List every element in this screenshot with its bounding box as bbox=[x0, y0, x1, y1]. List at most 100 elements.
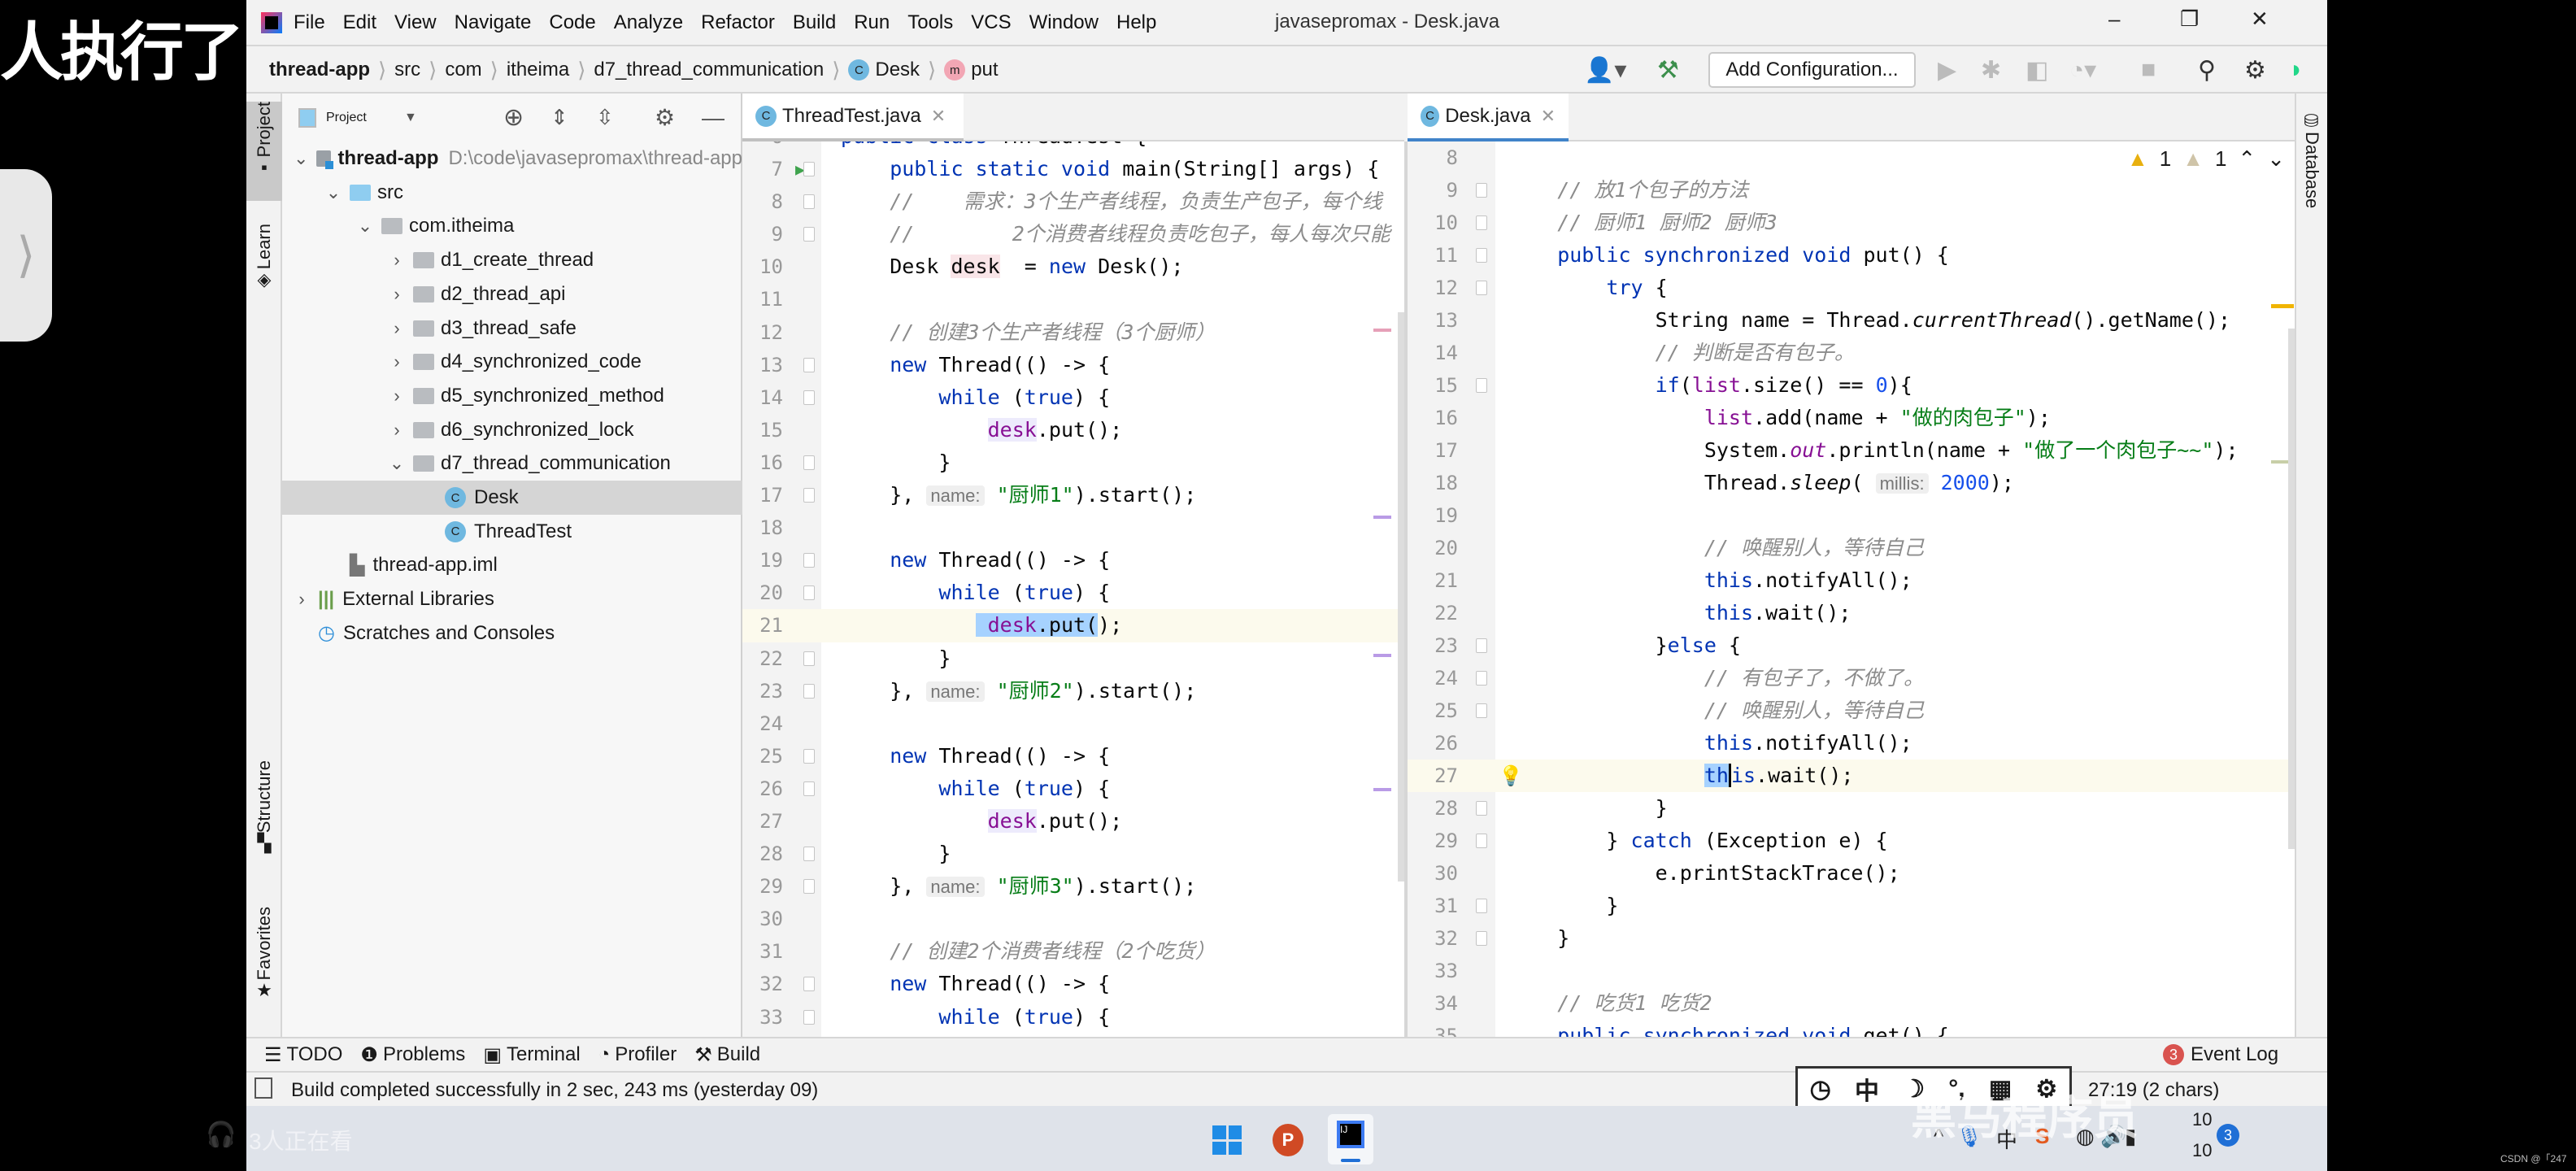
fold-marker-icon[interactable] bbox=[1476, 281, 1487, 295]
menu-help[interactable]: Help bbox=[1116, 11, 1156, 34]
menu-vcs[interactable]: VCS bbox=[971, 11, 1011, 34]
fold-marker-icon[interactable] bbox=[1476, 834, 1487, 848]
tree-item[interactable]: › d4_synchronized_code bbox=[282, 345, 742, 379]
menu-edit[interactable]: Edit bbox=[343, 11, 376, 34]
tree-item[interactable]: › d1_create_thread bbox=[282, 243, 742, 277]
add-configuration-button[interactable]: Add Configuration... bbox=[1708, 52, 1916, 88]
gear-icon[interactable]: ⚙ bbox=[2244, 56, 2266, 85]
problems-tool-button[interactable]: ❶ Problems bbox=[360, 1043, 465, 1067]
code-line[interactable]: 28 } bbox=[742, 838, 1404, 870]
event-log-button[interactable]: 3 Event Log bbox=[2163, 1043, 2278, 1066]
code-line[interactable]: 6 public class ThreadTest { bbox=[742, 141, 1404, 153]
fold-marker-icon[interactable] bbox=[803, 357, 815, 372]
fold-marker-icon[interactable] bbox=[803, 162, 815, 177]
search-icon[interactable]: ⚲ bbox=[2198, 56, 2216, 85]
menu-refactor[interactable]: Refactor bbox=[701, 11, 775, 34]
code-line[interactable]: 26 this.notifyAll(); bbox=[1408, 727, 2295, 760]
project-view-selector[interactable]: Project bbox=[326, 111, 367, 125]
fold-marker-icon[interactable] bbox=[803, 455, 815, 470]
code-line[interactable]: 31 // 创建2个消费者线程（2个吃货） bbox=[742, 935, 1404, 968]
chevron-down-icon[interactable]: ▼ bbox=[404, 111, 417, 125]
tree-item[interactable]: › d5_synchronized_method bbox=[282, 379, 742, 413]
fold-marker-icon[interactable] bbox=[1476, 931, 1487, 946]
menu-code[interactable]: Code bbox=[549, 11, 595, 34]
fold-marker-icon[interactable] bbox=[803, 651, 815, 666]
tool-tab-learn[interactable]: Learn ◈ bbox=[246, 224, 282, 313]
code-line[interactable]: 21 this.notifyAll(); bbox=[1408, 564, 2295, 597]
fold-marker-icon[interactable] bbox=[1476, 899, 1487, 913]
code-line[interactable]: 22 this.wait(); bbox=[1408, 597, 2295, 629]
clock-date[interactable]: 10 bbox=[2192, 1140, 2212, 1161]
chevron-right-icon[interactable]: › bbox=[389, 420, 405, 441]
profile-icon[interactable]: ◔▾ bbox=[2069, 56, 2096, 85]
tree-item[interactable]: C ThreadTest bbox=[282, 515, 742, 549]
previous-highlight-icon[interactable]: ⌃ bbox=[2238, 146, 2256, 172]
restore-button[interactable]: ❐ bbox=[2180, 7, 2199, 32]
breadcrumb-item[interactable]: itheima bbox=[507, 59, 569, 81]
stop-icon[interactable]: ■ bbox=[2141, 56, 2156, 84]
tree-item[interactable]: › d3_thread_safe bbox=[282, 311, 742, 346]
code-line[interactable]: 29 }, name: "厨师3").start(); bbox=[742, 870, 1404, 903]
tree-item[interactable]: › ||| External Libraries bbox=[282, 582, 742, 616]
fold-marker-icon[interactable] bbox=[803, 553, 815, 568]
close-window-button[interactable]: ✕ bbox=[2251, 7, 2269, 32]
user-icon[interactable]: 👤▾ bbox=[1584, 56, 1626, 85]
tool-tab-project[interactable]: Project ▪ bbox=[246, 102, 282, 201]
menu-build[interactable]: Build bbox=[793, 11, 836, 34]
build-hammer-icon[interactable]: ⚒ bbox=[1657, 56, 1679, 85]
breadcrumb-item[interactable]: Desk bbox=[875, 59, 920, 81]
intellij-app-button[interactable]: IJ bbox=[1328, 1114, 1373, 1164]
tree-item[interactable]: ▙ thread-app.iml bbox=[282, 548, 742, 582]
code-line[interactable]: 30 e.printStackTrace(); bbox=[1408, 857, 2295, 890]
code-line[interactable]: 16 list.add(name + "做的肉包子"); bbox=[1408, 402, 2295, 434]
menu-navigate[interactable]: Navigate bbox=[455, 11, 532, 34]
tab-threadtest[interactable]: C ThreadTest.java ✕ bbox=[742, 94, 964, 141]
fold-marker-icon[interactable] bbox=[803, 748, 815, 764]
chevron-down-icon[interactable]: ⌄ bbox=[294, 148, 308, 169]
build-tool-button[interactable]: ⚒ Build bbox=[694, 1043, 760, 1067]
code-line[interactable]: 24 // 有包子了，不做了。 bbox=[1408, 662, 2295, 694]
tree-item[interactable]: ⌄ d7_thread_communication bbox=[282, 446, 742, 481]
code-line[interactable]: 16 } bbox=[742, 446, 1404, 479]
coverage-icon[interactable]: ◧ bbox=[2026, 56, 2048, 85]
menu-tools[interactable]: Tools bbox=[907, 11, 953, 34]
tool-tab-structure[interactable]: Structure ▚ bbox=[246, 760, 282, 874]
chevron-right-icon[interactable]: › bbox=[389, 385, 405, 407]
chevron-down-icon[interactable]: ⌄ bbox=[325, 182, 342, 203]
run-icon[interactable]: ▶ bbox=[1938, 56, 1956, 85]
code-line[interactable]: 19 new Thread(() -> { bbox=[742, 544, 1404, 577]
code-line[interactable]: 18 Thread.sleep( millis: 2000); bbox=[1408, 467, 2295, 499]
fold-marker-icon[interactable] bbox=[1476, 801, 1487, 816]
code-line[interactable]: 20 while (true) { bbox=[742, 577, 1404, 609]
code-line[interactable]: 8 // 需求：3个生产者线程，负责生产包子，每个线 bbox=[742, 185, 1404, 218]
code-line[interactable]: 17 }, name: "厨师1").start(); bbox=[742, 479, 1404, 511]
fold-marker-icon[interactable] bbox=[803, 847, 815, 862]
tool-tab-database[interactable]: ⛁Database bbox=[2301, 111, 2322, 208]
close-tab-icon[interactable]: ✕ bbox=[1541, 106, 1556, 127]
code-line[interactable]: 22 } bbox=[742, 642, 1404, 675]
tree-item[interactable]: ◷ Scratches and Consoles bbox=[282, 616, 742, 651]
tree-item[interactable]: › d2_thread_api bbox=[282, 277, 742, 311]
desk-editor[interactable]: 89 // 放1个包子的方法 10 // 厨师1 厨师2 厨师3 11 public… bbox=[1408, 141, 2295, 1037]
fold-marker-icon[interactable] bbox=[803, 194, 815, 210]
code-line[interactable]: 10 Desk desk = new Desk(); bbox=[742, 250, 1404, 283]
tree-item[interactable]: ⌄ thread-app D:\code\javasepromax\thread-a… bbox=[282, 141, 742, 176]
terminal-tool-button[interactable]: ▣ Terminal bbox=[483, 1043, 580, 1067]
hide-panel-icon[interactable]: — bbox=[702, 105, 724, 131]
fold-marker-icon[interactable] bbox=[803, 586, 815, 601]
locate-file-icon[interactable]: ⊕ bbox=[503, 103, 524, 132]
menu-file[interactable]: File bbox=[294, 11, 325, 34]
code-line[interactable]: 9 // 放1个包子的方法 bbox=[1408, 174, 2295, 207]
code-line[interactable]: 20 // 唤醒别人，等待自己 bbox=[1408, 532, 2295, 564]
code-line[interactable]: 34 // 吃货1 吃货2 bbox=[1408, 987, 2295, 1020]
fold-marker-icon[interactable] bbox=[803, 977, 815, 992]
menu-view[interactable]: View bbox=[394, 11, 437, 34]
next-highlight-icon[interactable]: ⌄ bbox=[2267, 146, 2285, 172]
fold-marker-icon[interactable] bbox=[803, 227, 815, 242]
code-line[interactable]: 18 bbox=[742, 511, 1404, 544]
fold-marker-icon[interactable] bbox=[803, 683, 815, 699]
code-line[interactable]: 15 if(list.size() == 0){ bbox=[1408, 369, 2295, 402]
code-line[interactable]: 9 // 2个消费者线程负责吃包子，每人每次只能 bbox=[742, 218, 1404, 250]
notification-badge[interactable]: 3 bbox=[2217, 1124, 2239, 1147]
breadcrumb-item[interactable]: thread-app bbox=[269, 59, 370, 81]
